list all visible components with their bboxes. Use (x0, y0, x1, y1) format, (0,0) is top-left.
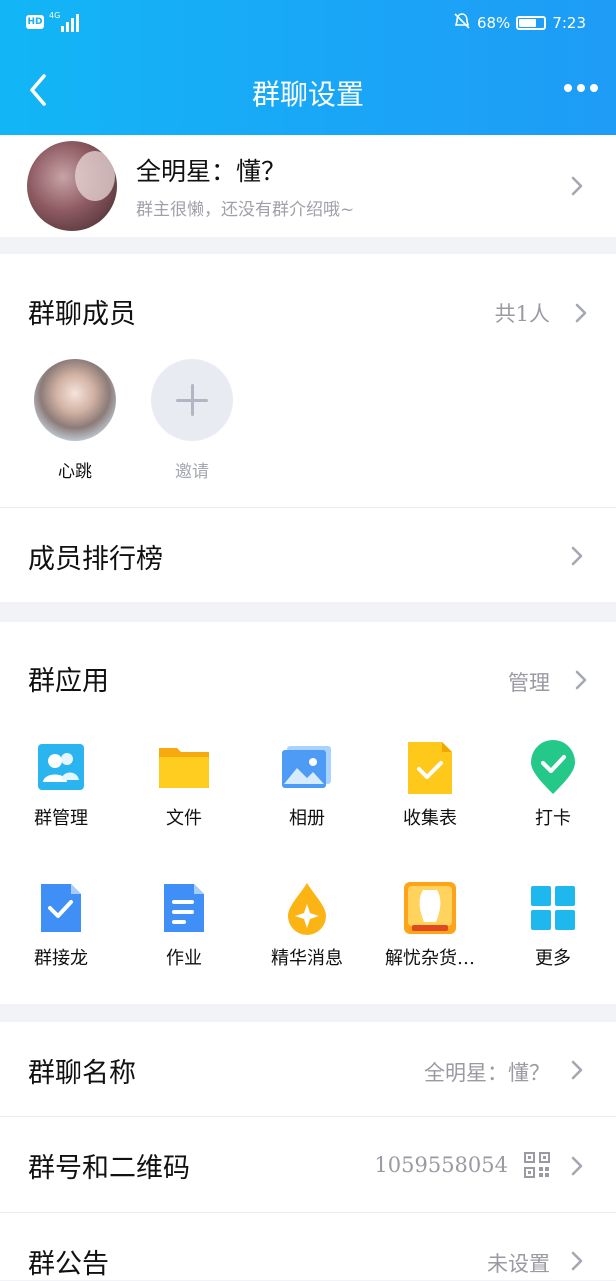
divider (0, 1212, 616, 1213)
group-avatar[interactable] (27, 141, 117, 231)
check-in-icon (525, 740, 581, 796)
app-header: HD 4G 68% 7:23 群聊设置 (0, 0, 616, 135)
app-label: 作业 (166, 948, 202, 969)
app-collection-form[interactable]: 收集表 (375, 740, 485, 830)
ranking-title[interactable]: 成员排行榜 (28, 537, 163, 576)
app-label: 更多 (535, 948, 571, 969)
app-more[interactable]: 更多 (498, 880, 608, 970)
essence-message-icon (279, 880, 335, 936)
apps-manage-link[interactable]: 管理 (508, 667, 550, 697)
app-label: 相册 (289, 808, 325, 829)
chevron-right-icon[interactable] (570, 1155, 584, 1177)
app-label: 解忧杂货… (385, 948, 475, 969)
chevron-right-icon[interactable] (574, 669, 588, 691)
app-label: 群接龙 (34, 948, 88, 969)
more-apps-icon (525, 880, 581, 936)
app-homework[interactable]: 作业 (129, 880, 239, 970)
group-notice-label[interactable]: 群公告 (28, 1242, 109, 1281)
group-number-value: 1059558054 (374, 1153, 508, 1177)
member-item[interactable]: 心跳 (33, 359, 117, 482)
group-notice-value: 未设置 (487, 1252, 550, 1276)
network-label: 4G (49, 11, 61, 20)
chevron-right-icon (570, 175, 584, 197)
battery-percent: 68% (476, 14, 511, 32)
chevron-right-icon[interactable] (570, 1250, 584, 1272)
member-count[interactable]: 共1人 (495, 298, 550, 328)
clock: 7:23 (552, 14, 586, 32)
group-name-label[interactable]: 群聊名称 (28, 1051, 136, 1090)
collection-form-icon (402, 740, 458, 796)
app-label: 文件 (166, 808, 202, 829)
page-title: 群聊设置 (251, 78, 364, 111)
app-group-chain[interactable]: 群接龙 (6, 880, 116, 970)
chevron-right-icon[interactable] (570, 1059, 584, 1081)
group-manage-icon (33, 740, 89, 796)
album-icon (279, 740, 335, 796)
hd-badge: HD (26, 15, 44, 29)
app-label: 收集表 (403, 808, 457, 829)
divider (0, 1116, 616, 1117)
app-label: 精华消息 (271, 948, 343, 969)
invite-member[interactable]: 邀请 (150, 359, 234, 482)
battery-icon (516, 16, 547, 30)
divider (0, 507, 616, 508)
group-name: 全明星：懂？ (136, 157, 287, 186)
invite-label: 邀请 (175, 462, 209, 482)
app-group-manage[interactable]: 群管理 (6, 740, 116, 830)
status-bar: HD 4G 68% 7:23 (0, 10, 616, 40)
group-intro: 群主很懒，还没有群介绍哦~ (136, 200, 355, 220)
chevron-right-icon[interactable] (570, 545, 584, 567)
plus-icon[interactable] (151, 359, 233, 441)
chevron-right-icon[interactable] (574, 302, 588, 324)
member-name: 心跳 (58, 462, 92, 482)
app-grocery-store[interactable]: 解忧杂货… (375, 880, 485, 970)
more-options-button[interactable] (564, 84, 598, 92)
app-check-in[interactable]: 打卡 (498, 740, 608, 830)
homework-icon (156, 880, 212, 936)
app-label: 打卡 (535, 808, 571, 829)
qr-code-icon[interactable] (524, 1152, 550, 1178)
app-label: 群管理 (34, 808, 88, 829)
app-essence-message[interactable]: 精华消息 (252, 880, 362, 970)
folder-icon (156, 740, 212, 796)
mute-bell-icon (453, 12, 471, 34)
group-chain-icon (33, 880, 89, 936)
group-name-value: 全明星：懂？ (424, 1061, 550, 1085)
apps-title: 群应用 (28, 666, 109, 697)
group-number-label[interactable]: 群号和二维码 (28, 1146, 190, 1185)
app-files[interactable]: 文件 (129, 740, 239, 830)
members-title: 群聊成员 (28, 299, 136, 330)
member-avatar[interactable] (34, 359, 116, 441)
signal-icon: 4G (49, 11, 79, 32)
grocery-store-icon (402, 880, 458, 936)
app-album[interactable]: 相册 (252, 740, 362, 830)
